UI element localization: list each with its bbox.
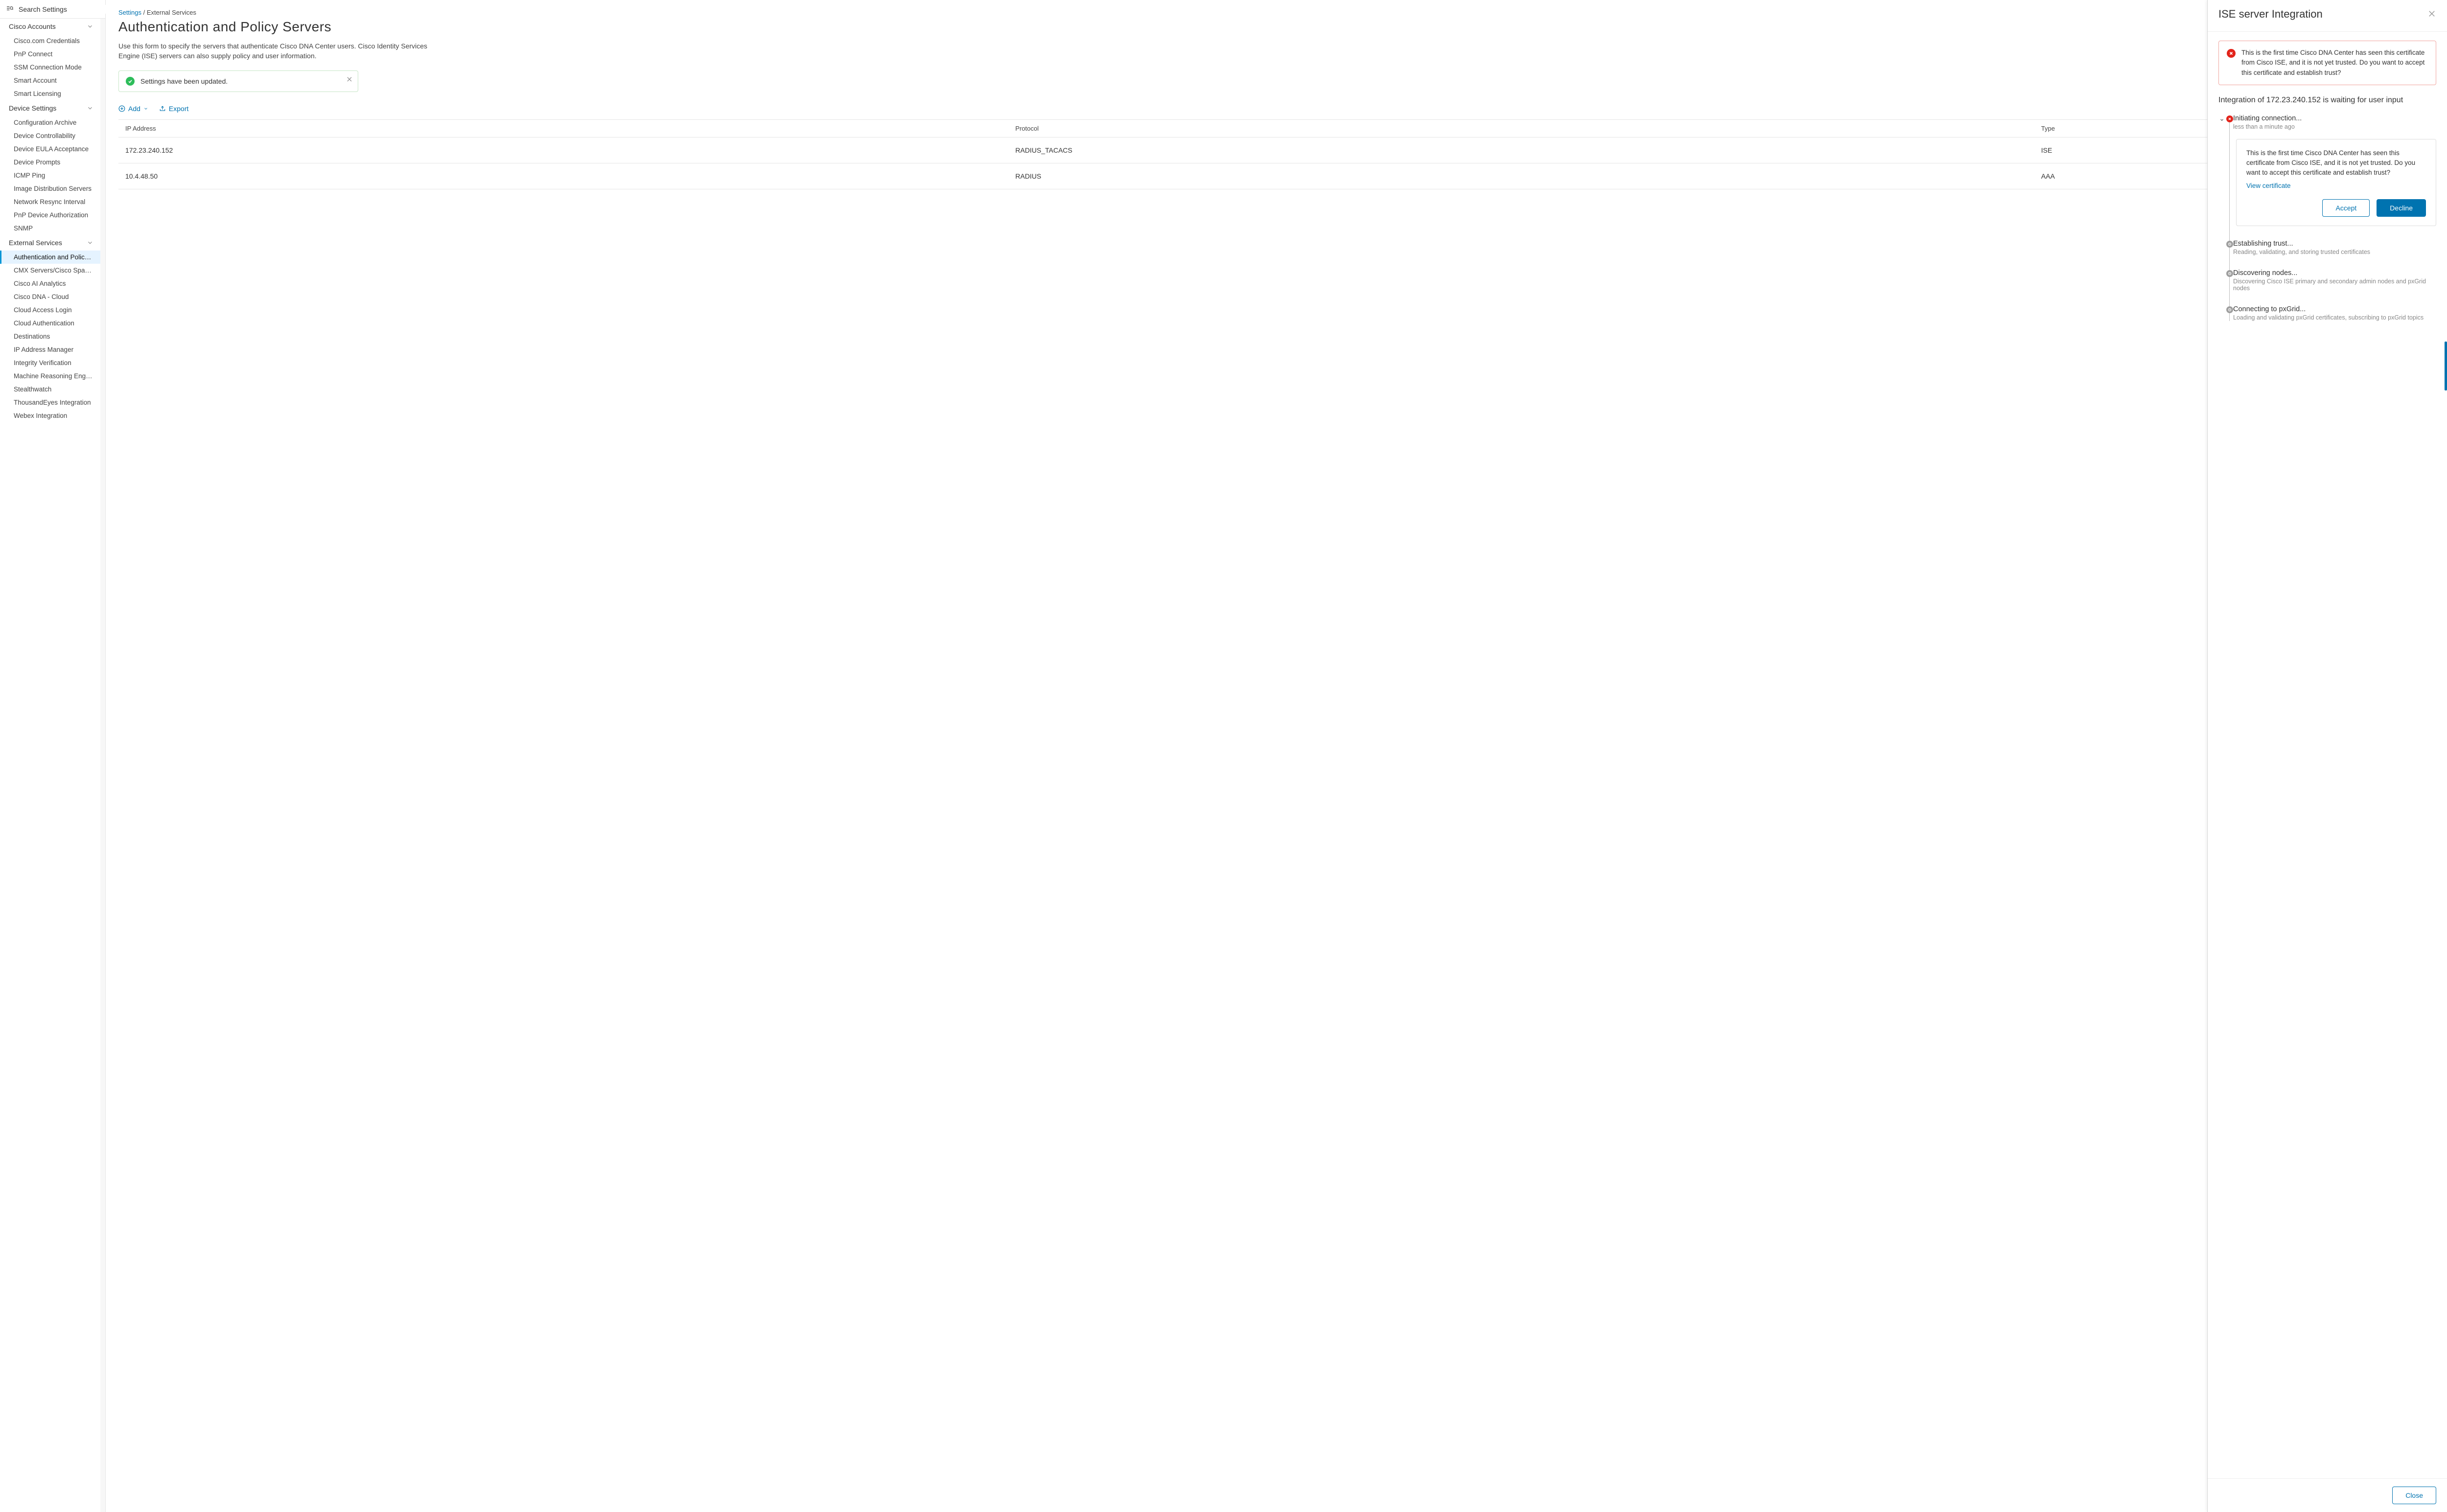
alert-success-text: Settings have been updated. bbox=[140, 77, 228, 85]
sidebar-item[interactable]: ICMP Ping bbox=[0, 169, 100, 182]
sidebar-item[interactable]: PnP Device Authorization bbox=[0, 208, 100, 222]
timeline-step: Connecting to pxGrid...Loading and valid… bbox=[2233, 305, 2436, 321]
pending-icon bbox=[2226, 270, 2233, 277]
breadcrumb-current: External Services bbox=[147, 9, 196, 16]
table-header[interactable]: IP Address bbox=[118, 120, 1009, 137]
sidebar-item[interactable]: Cloud Access Login bbox=[0, 303, 100, 317]
nav-group-2[interactable]: External Services bbox=[0, 235, 100, 251]
sidebar-item[interactable]: Device Prompts bbox=[0, 156, 100, 169]
sidebar-item[interactable]: Authentication and Policy Serv... bbox=[0, 251, 100, 264]
sidebar-item[interactable]: Configuration Archive bbox=[0, 116, 100, 129]
sidebar-item[interactable]: SSM Connection Mode bbox=[0, 61, 100, 74]
check-icon bbox=[126, 77, 135, 86]
table-row[interactable]: 172.23.240.152RADIUS_TACACSISE bbox=[118, 137, 2433, 163]
sidebar-item[interactable]: Device Controllability bbox=[0, 129, 100, 142]
error-icon bbox=[2227, 49, 2236, 58]
accept-button[interactable]: Accept bbox=[2322, 199, 2370, 217]
sidebar-item[interactable]: Network Resync Interval bbox=[0, 195, 100, 208]
close-icon[interactable] bbox=[346, 76, 353, 84]
sidebar-item[interactable]: Smart Licensing bbox=[0, 87, 100, 100]
alert-error: This is the first time Cisco DNA Center … bbox=[2218, 41, 2436, 85]
sidebar-item[interactable]: Image Distribution Servers bbox=[0, 182, 100, 195]
export-button[interactable]: Export bbox=[159, 105, 188, 113]
page-description: Use this form to specify the servers tha… bbox=[118, 42, 432, 61]
sidebar-item[interactable]: Cisco AI Analytics bbox=[0, 277, 100, 290]
servers-table: IP AddressProtocolType 172.23.240.152RAD… bbox=[118, 119, 2433, 189]
table-row[interactable]: 10.4.48.50RADIUSAAA bbox=[118, 163, 2433, 189]
sidebar-scrollbar[interactable] bbox=[100, 19, 105, 1512]
sidebar-item[interactable]: Cisco DNA - Cloud bbox=[0, 290, 100, 303]
sidebar-item[interactable]: ThousandEyes Integration bbox=[0, 396, 100, 409]
alert-error-text: This is the first time Cisco DNA Center … bbox=[2241, 48, 2428, 78]
menu-search-icon bbox=[6, 4, 14, 14]
sidebar-item[interactable]: Integrity Verification bbox=[0, 356, 100, 369]
table-header[interactable]: Protocol bbox=[1009, 120, 2034, 137]
chevron-down-icon[interactable] bbox=[2219, 116, 2224, 124]
chevron-down-icon bbox=[143, 106, 148, 111]
search-bar[interactable] bbox=[0, 0, 105, 19]
sidebar-item[interactable]: Device EULA Acceptance bbox=[0, 142, 100, 156]
alert-success: Settings have been updated. bbox=[118, 70, 358, 92]
sidebar-item[interactable]: Machine Reasoning Engine bbox=[0, 369, 100, 383]
sidebar-item[interactable]: CMX Servers/Cisco Spaces bbox=[0, 264, 100, 277]
timeline-step: Initiating connection...less than a minu… bbox=[2233, 115, 2436, 226]
pending-icon bbox=[2226, 241, 2233, 248]
search-input[interactable] bbox=[18, 5, 108, 14]
close-icon[interactable] bbox=[2427, 9, 2436, 20]
panel-subtitle: Integration of 172.23.240.152 is waiting… bbox=[2218, 96, 2436, 105]
page-title: Authentication and Policy Servers bbox=[118, 19, 2433, 35]
sidebar-item[interactable]: PnP Connect bbox=[0, 47, 100, 61]
certificate-box: This is the first time Cisco DNA Center … bbox=[2236, 139, 2436, 226]
decline-button[interactable]: Decline bbox=[2377, 199, 2426, 217]
breadcrumb: Settings / External Services bbox=[118, 9, 2433, 16]
nav-group-1[interactable]: Device Settings bbox=[0, 100, 100, 116]
nav-group-0[interactable]: Cisco Accounts bbox=[0, 19, 100, 34]
sidebar-item[interactable]: Stealthwatch bbox=[0, 383, 100, 396]
panel-title: ISE server Integration bbox=[2218, 8, 2323, 21]
chevron-down-icon bbox=[87, 105, 93, 112]
sidebar-item[interactable]: Webex Integration bbox=[0, 409, 100, 422]
add-button[interactable]: Add bbox=[118, 105, 148, 113]
close-button[interactable]: Close bbox=[2392, 1487, 2436, 1504]
panel-scroll-thumb[interactable] bbox=[2445, 342, 2447, 390]
chevron-down-icon bbox=[87, 23, 93, 30]
error-icon bbox=[2226, 115, 2233, 122]
pending-icon bbox=[2226, 306, 2233, 313]
sidebar-item[interactable]: IP Address Manager bbox=[0, 343, 100, 356]
sidebar-item[interactable]: Cisco.com Credentials bbox=[0, 34, 100, 47]
sidebar-item[interactable]: Destinations bbox=[0, 330, 100, 343]
timeline-step: Establishing trust...Reading, validating… bbox=[2233, 240, 2436, 255]
chevron-down-icon bbox=[87, 239, 93, 246]
timeline-step: Discovering nodes...Discovering Cisco IS… bbox=[2233, 269, 2436, 292]
sidebar-item[interactable]: Smart Account bbox=[0, 74, 100, 87]
view-certificate-link[interactable]: View certificate bbox=[2246, 182, 2426, 189]
sidebar-item[interactable]: Cloud Authentication bbox=[0, 317, 100, 330]
breadcrumb-root[interactable]: Settings bbox=[118, 9, 141, 16]
sidebar-item[interactable]: SNMP bbox=[0, 222, 100, 235]
